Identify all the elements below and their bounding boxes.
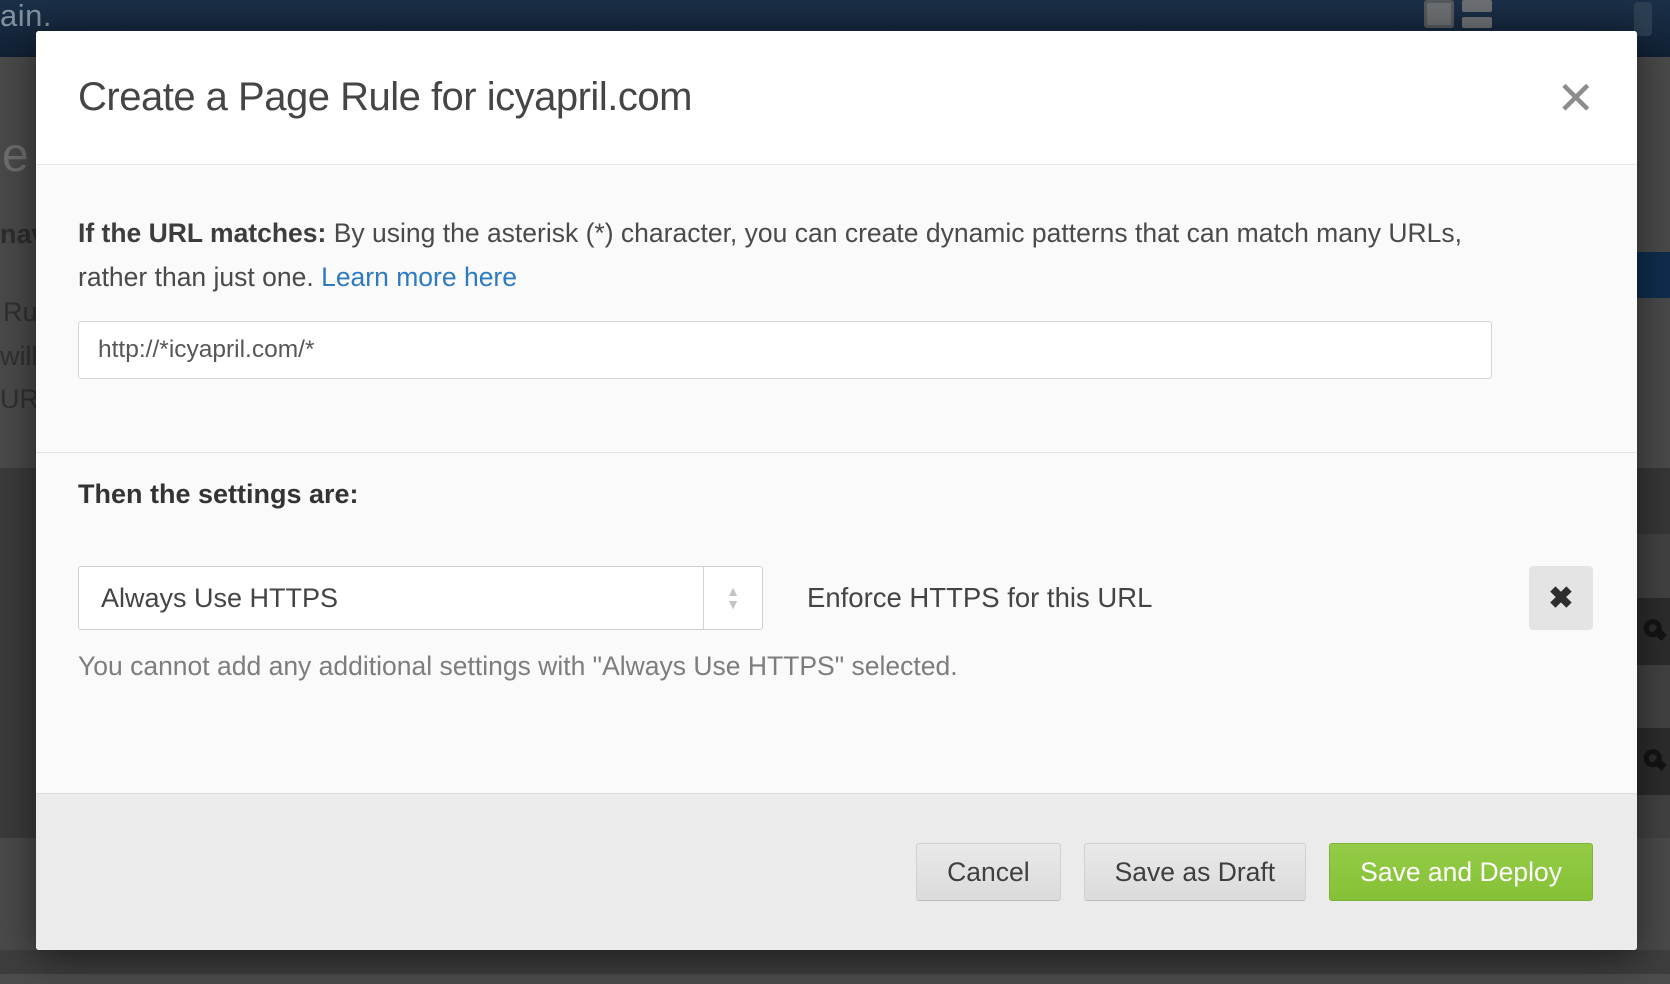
background-text-fragment: will (0, 341, 38, 372)
background-bottom-strip (0, 974, 1670, 984)
select-arrows-icon: ▲ ▼ (703, 567, 762, 629)
apps-grid-icon (1416, 0, 1506, 30)
setting-select[interactable]: Always Use HTTPS ▲ ▼ (78, 566, 763, 630)
setting-select-value: Always Use HTTPS (101, 583, 338, 614)
close-icon[interactable]: ✕ (1556, 75, 1595, 121)
wrench-icon (1638, 616, 1669, 647)
url-match-description: If the URL matches: By using the asteris… (78, 211, 1488, 299)
save-and-deploy-button[interactable]: Save and Deploy (1329, 843, 1593, 901)
save-as-draft-button[interactable]: Save as Draft (1084, 843, 1307, 901)
remove-icon: ✖ (1548, 581, 1573, 616)
create-page-rule-modal: Create a Page Rule for icyapril.com ✕ If… (36, 31, 1637, 950)
setting-helper-text: You cannot add any additional settings w… (78, 651, 1593, 682)
modal-title: Create a Page Rule for icyapril.com (78, 75, 692, 120)
background-edit-button-fragment (1637, 728, 1670, 795)
background-table-header-band (1637, 468, 1670, 534)
background-text-fragment: UR (0, 384, 39, 415)
background-domain-text-fragment: ain. (0, 0, 52, 34)
background-table-band (0, 468, 36, 838)
settings-section: Then the settings are: Always Use HTTPS … (36, 453, 1637, 682)
setting-row: Always Use HTTPS ▲ ▼ Enforce HTTPS for t… (78, 566, 1593, 630)
url-match-section: If the URL matches: By using the asteris… (36, 165, 1637, 379)
background-text-fragment: Ru (3, 297, 38, 328)
modal-header: Create a Page Rule for icyapril.com ✕ (36, 31, 1637, 165)
modal-footer: Cancel Save as Draft Save and Deploy (36, 793, 1637, 950)
cancel-button[interactable]: Cancel (916, 843, 1061, 901)
settings-heading: Then the settings are: (78, 479, 1593, 510)
chevron-down-icon: ▼ (726, 598, 740, 611)
setting-description: Enforce HTTPS for this URL (807, 582, 1152, 614)
wrench-icon (1638, 746, 1669, 777)
modal-body: If the URL matches: By using the asteris… (36, 165, 1637, 793)
background-text-fragment: e (2, 128, 29, 183)
background-blue-button-fragment (1634, 252, 1670, 298)
url-pattern-input[interactable] (78, 321, 1492, 379)
background-edit-button-fragment (1637, 598, 1670, 665)
remove-setting-button[interactable]: ✖ (1529, 566, 1593, 630)
learn-more-link[interactable]: Learn more here (321, 262, 517, 292)
url-matches-label: If the URL matches: (78, 218, 326, 248)
